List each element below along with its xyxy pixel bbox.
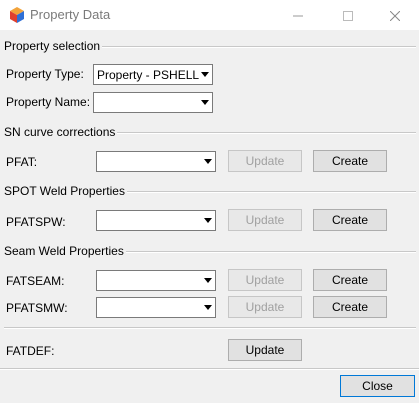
minimize-icon[interactable] [275, 0, 321, 30]
app-logo-icon [10, 7, 24, 23]
maximize-icon[interactable] [325, 0, 371, 30]
chevron-down-icon [201, 72, 209, 77]
chevron-down-icon [204, 278, 212, 283]
close-icon[interactable] [372, 0, 418, 30]
property-selection-heading: Property selection [4, 39, 103, 53]
property-type-select[interactable]: Property - PSHELL [93, 64, 213, 85]
fatseam-select[interactable] [96, 270, 216, 291]
fatdef-update-button[interactable]: Update [228, 339, 302, 361]
pfatspw-update-button[interactable]: Update [228, 209, 302, 231]
spot-weld-heading: SPOT Weld Properties [4, 184, 127, 198]
property-name-label: Property Name: [6, 95, 91, 109]
pfatsmw-create-button[interactable]: Create [313, 296, 387, 318]
section-divider [4, 327, 416, 329]
pfatspw-label: PFATSPW: [6, 215, 66, 229]
property-type-value: Property - PSHELL [97, 68, 200, 82]
pfat-select[interactable] [96, 151, 216, 172]
pfatsmw-update-button[interactable]: Update [228, 296, 302, 318]
pfatsmw-select[interactable] [96, 297, 216, 318]
footer-divider [0, 368, 419, 370]
pfat-label: PFAT: [6, 155, 38, 169]
fatseam-label: FATSEAM: [6, 274, 65, 288]
fatseam-create-button[interactable]: Create [313, 269, 387, 291]
property-type-label: Property Type: [6, 67, 84, 81]
chevron-down-icon [204, 159, 212, 164]
chevron-down-icon [204, 218, 212, 223]
chevron-down-icon [204, 305, 212, 310]
seam-weld-heading: Seam Weld Properties [4, 244, 126, 258]
fatdef-label: FATDEF: [6, 344, 55, 358]
chevron-down-icon [201, 100, 209, 105]
pfat-update-button[interactable]: Update [228, 150, 302, 172]
pfat-create-button[interactable]: Create [313, 150, 387, 172]
sn-curve-heading: SN curve corrections [4, 125, 118, 139]
pfatsmw-label: PFATSMW: [6, 301, 68, 315]
pfatspw-select[interactable] [96, 210, 216, 231]
window-title: Property Data [30, 7, 111, 22]
close-button[interactable]: Close [340, 375, 415, 397]
property-name-select[interactable] [93, 92, 213, 113]
fatseam-update-button[interactable]: Update [228, 269, 302, 291]
pfatspw-create-button[interactable]: Create [313, 209, 387, 231]
title-bar: Property Data [0, 0, 419, 30]
